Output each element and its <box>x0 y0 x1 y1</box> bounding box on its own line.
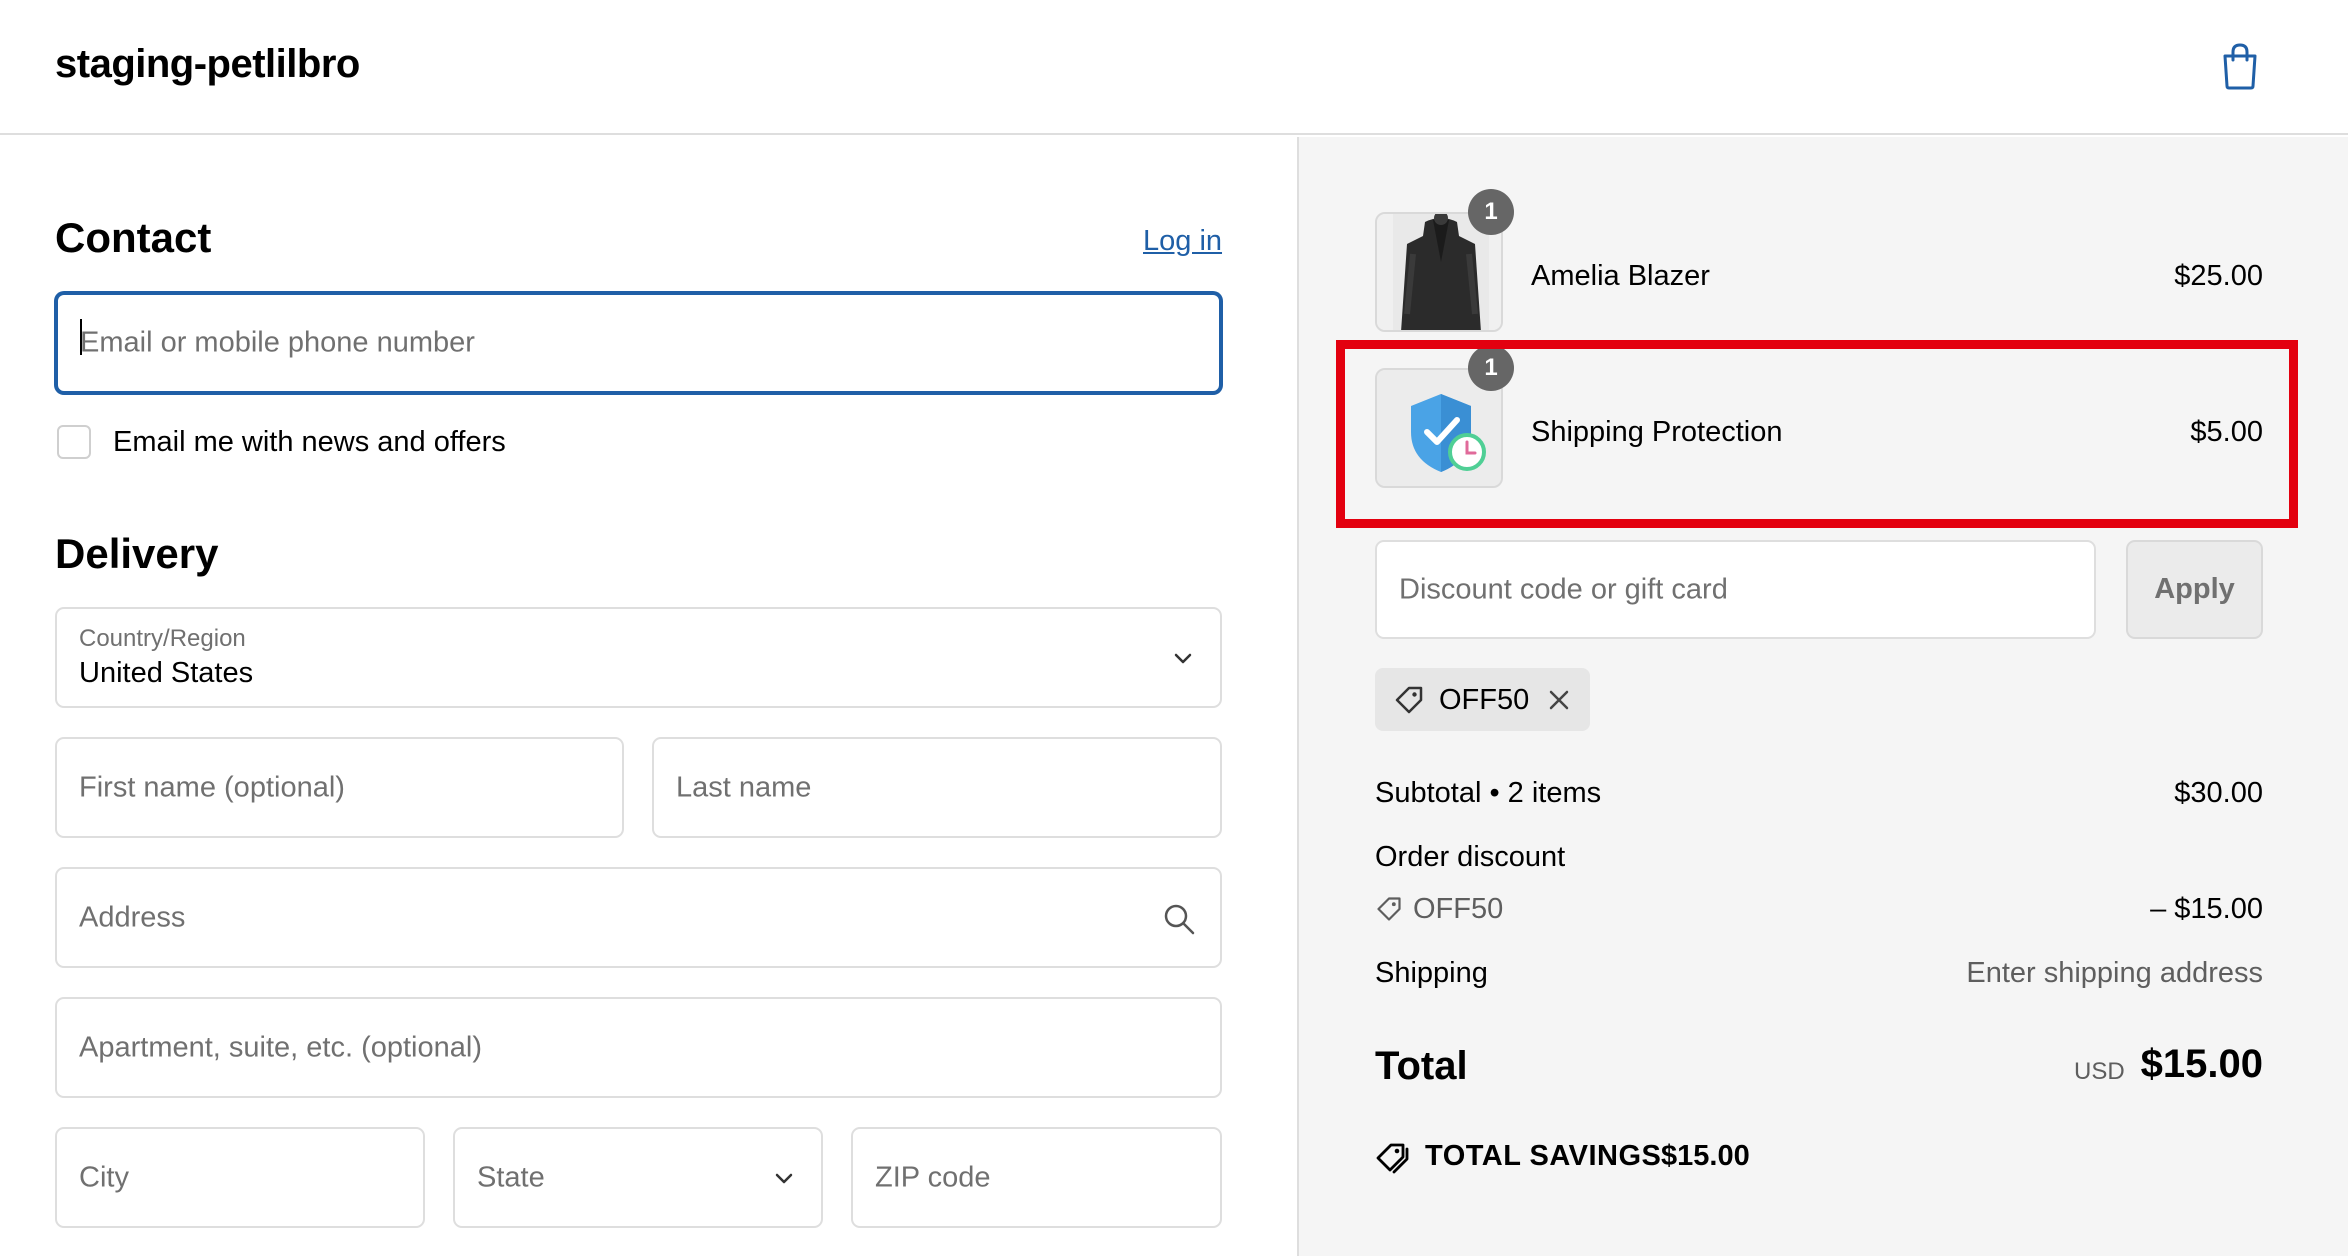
country-select[interactable]: Country/Region United States <box>55 607 1222 708</box>
address-field[interactable]: Address <box>55 867 1222 968</box>
discount-field[interactable]: Discount code or gift card <box>1375 540 2096 639</box>
last-name-field[interactable]: Last name <box>652 737 1222 838</box>
chevron-down-icon <box>1174 653 1192 663</box>
header: staging-petlilbro <box>0 0 2348 135</box>
shipping-label: Shipping <box>1375 957 1488 989</box>
subtotal-row: Subtotal • 2 items $30.00 <box>1375 777 2263 810</box>
quantity-badge: 1 <box>1468 189 1514 235</box>
email-field[interactable]: Email or mobile phone number <box>55 292 1222 394</box>
state-placeholder: State <box>477 1161 545 1193</box>
first-name-placeholder: First name (optional) <box>79 771 345 803</box>
item-price: $25.00 <box>2174 260 2263 292</box>
highlight-box <box>1336 340 2298 528</box>
order-discount-row: Order discount <box>1375 841 2263 874</box>
newsletter-label: Email me with news and offers <box>113 426 506 458</box>
total-label: Total <box>1375 1044 1468 1088</box>
last-name-placeholder: Last name <box>676 771 812 803</box>
subtotal-label: Subtotal • 2 items <box>1375 777 1602 809</box>
tags-icon <box>1376 1143 1409 1174</box>
discount-placeholder: Discount code or gift card <box>1399 573 1728 605</box>
address-placeholder: Address <box>79 901 186 933</box>
subtotal-value: $30.00 <box>2174 777 2263 809</box>
newsletter-checkbox[interactable] <box>57 425 91 459</box>
apartment-placeholder: Apartment, suite, etc. (optional) <box>79 1031 482 1063</box>
close-icon[interactable] <box>1547 688 1571 712</box>
shopping-bag-icon[interactable] <box>2220 42 2260 90</box>
city-field[interactable]: City <box>55 1127 425 1228</box>
discount-code-label: OFF50 <box>1413 893 1504 925</box>
apply-button[interactable]: Apply <box>2126 540 2263 639</box>
login-link[interactable]: Log in <box>1143 225 1222 258</box>
zip-placeholder: ZIP code <box>875 1161 991 1193</box>
country-value: United States <box>79 657 254 689</box>
apartment-field[interactable]: Apartment, suite, etc. (optional) <box>55 997 1222 1098</box>
city-placeholder: City <box>79 1161 129 1193</box>
state-select[interactable]: State <box>453 1127 823 1228</box>
chevron-down-icon <box>775 1173 793 1183</box>
applied-code: OFF50 <box>1439 684 1530 716</box>
shop-name[interactable]: staging-petlilbro <box>55 42 360 87</box>
tag-icon <box>1395 686 1423 714</box>
search-icon[interactable] <box>1162 902 1196 936</box>
item-name: Amelia Blazer <box>1531 260 1710 292</box>
applied-discount-chip: OFF50 <box>1375 668 1590 731</box>
order-discount-label: Order discount <box>1375 841 1566 873</box>
shipping-row: Shipping Enter shipping address <box>1375 957 2263 990</box>
shipping-value: Enter shipping address <box>1966 957 2263 989</box>
savings-label: TOTAL SAVINGS <box>1425 1140 1662 1172</box>
savings-value: $15.00 <box>1661 1140 1750 1172</box>
total-currency: USD <box>2074 1058 2125 1085</box>
zip-field[interactable]: ZIP code <box>851 1127 1222 1228</box>
tag-icon <box>1377 897 1401 921</box>
total-value: $15.00 <box>2140 1042 2263 1086</box>
contact-heading: Contact <box>55 214 212 261</box>
country-label: Country/Region <box>79 625 246 652</box>
delivery-heading: Delivery <box>55 530 219 577</box>
email-placeholder: Email or mobile phone number <box>80 326 475 359</box>
discount-value: – $15.00 <box>2150 893 2263 925</box>
first-name-field[interactable]: First name (optional) <box>55 737 624 838</box>
